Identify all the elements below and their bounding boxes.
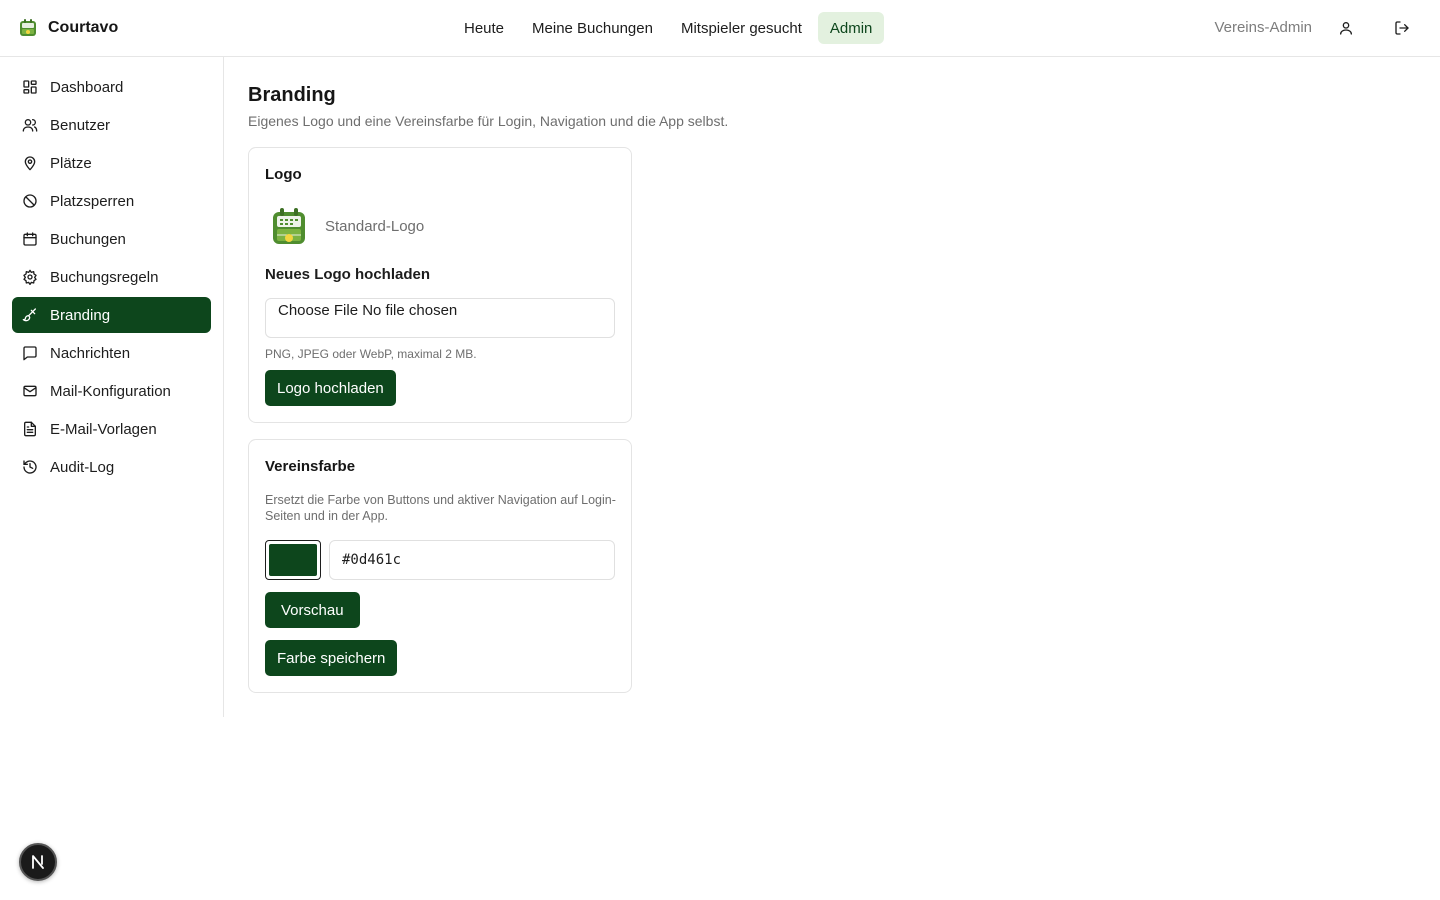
- sidebar-item-dashboard[interactable]: Dashboard: [12, 69, 211, 105]
- color-picker-swatch[interactable]: [265, 540, 321, 580]
- sidebar-item-branding[interactable]: Branding: [12, 297, 211, 333]
- club-color-card-title: Vereinsfarbe: [265, 458, 356, 475]
- color-hex-input[interactable]: #0d461c: [329, 540, 615, 580]
- user-icon[interactable]: [1334, 16, 1358, 40]
- brush-icon: [22, 308, 36, 322]
- sidebar-item-label: E-Mail-Vorlagen: [50, 420, 157, 438]
- nav-heute[interactable]: Heute: [452, 12, 516, 44]
- current-logo-label: Standard-Logo: [325, 217, 425, 235]
- sidebar-list: Dashboard Benutzer Plätze Platzsperren B…: [12, 69, 211, 487]
- brand[interactable]: Courtavo: [18, 14, 118, 42]
- tennis-court-logo-icon: [273, 208, 305, 244]
- sidebar-item-label: Nachrichten: [50, 344, 131, 362]
- page-title: Branding: [248, 84, 336, 106]
- upload-logo-button[interactable]: Logo hochladen: [265, 370, 396, 406]
- ban-icon: [23, 194, 37, 208]
- nav-admin[interactable]: Admin: [817, 12, 885, 44]
- gear-icon: [23, 269, 37, 285]
- club-color-description: Ersetzt die Farbe von Buttons und aktive…: [265, 493, 616, 523]
- preview-button[interactable]: Vorschau: [265, 592, 360, 628]
- sidebar-item-buchungsregeln[interactable]: Buchungsregeln: [12, 259, 211, 295]
- sidebar-item-audit-log[interactable]: Audit-Log: [12, 449, 211, 485]
- history-icon: [23, 460, 37, 474]
- nav-meine-buchungen[interactable]: Meine Buchungen: [520, 12, 665, 44]
- sidebar-item-label: Buchungen: [50, 230, 126, 248]
- club-color-card: Vereinsfarbe Ersetzt die Farbe von Butto…: [248, 439, 632, 693]
- calendar-icon: [23, 232, 37, 246]
- logout-icon[interactable]: [1390, 16, 1414, 40]
- sidebar-item-label: Buchungsregeln: [50, 268, 159, 286]
- tennis-court-logo-icon: [20, 19, 36, 36]
- dashboard-icon: [23, 80, 37, 94]
- sidebar-item-benutzer[interactable]: Benutzer: [12, 107, 211, 143]
- logo-card-title: Logo: [265, 166, 302, 183]
- mail-icon: [23, 385, 37, 397]
- sidebar-item-mail-konfiguration[interactable]: Mail-Konfiguration: [12, 373, 211, 409]
- logo-file-input[interactable]: Choose File No file chosen: [265, 298, 615, 338]
- nav-mitspieler-gesucht[interactable]: Mitspieler gesucht: [669, 12, 814, 44]
- sidebar-item-label: Branding: [50, 306, 111, 324]
- sidebar-item-label: Plätze: [50, 154, 92, 172]
- top-bar: Courtavo Heute Meine Buchungen Mitspiele…: [0, 0, 1440, 57]
- current-logo: Standard-Logo: [265, 202, 424, 250]
- message-icon: [23, 346, 37, 361]
- nextjs-dev-icon[interactable]: [19, 843, 57, 881]
- sidebar-item-label: Mail-Konfiguration: [50, 382, 171, 400]
- logo-file-hint: PNG, JPEG oder WebP, maximal 2 MB.: [265, 347, 477, 361]
- sidebar-item-label: Platzsperren: [50, 192, 135, 210]
- save-color-button[interactable]: Farbe speichern: [265, 640, 398, 676]
- sidebar-item-platzsperren[interactable]: Platzsperren: [12, 183, 211, 219]
- users-icon: [22, 119, 38, 132]
- map-pin-icon: [24, 156, 36, 171]
- logo-card: Logo Standard-Logo Neues Logo hochladen …: [248, 147, 632, 423]
- sidebar-item-plaetze[interactable]: Plätze: [12, 145, 211, 181]
- sidebar-item-label: Dashboard: [50, 78, 124, 96]
- app-name: Courtavo: [48, 19, 119, 36]
- sidebar-item-label: Benutzer: [50, 116, 111, 134]
- user-role-label: Vereins-Admin: [1214, 19, 1312, 36]
- file-text-icon: [24, 421, 36, 437]
- top-navigation: Heute Meine Buchungen Mitspieler gesucht…: [452, 12, 885, 44]
- color-swatch-fill: [269, 544, 317, 576]
- sidebar-item-label: Audit-Log: [50, 458, 115, 476]
- sidebar-item-buchungen[interactable]: Buchungen: [12, 221, 211, 257]
- sidebar: Dashboard Benutzer Plätze Platzsperren B…: [0, 57, 224, 717]
- page-subtitle: Eigenes Logo und eine Vereinsfarbe für L…: [248, 113, 729, 129]
- upload-logo-label: Neues Logo hochladen: [265, 266, 431, 283]
- sidebar-item-e-mail-vorlagen[interactable]: E-Mail-Vorlagen: [12, 411, 211, 447]
- sidebar-item-nachrichten[interactable]: Nachrichten: [12, 335, 211, 371]
